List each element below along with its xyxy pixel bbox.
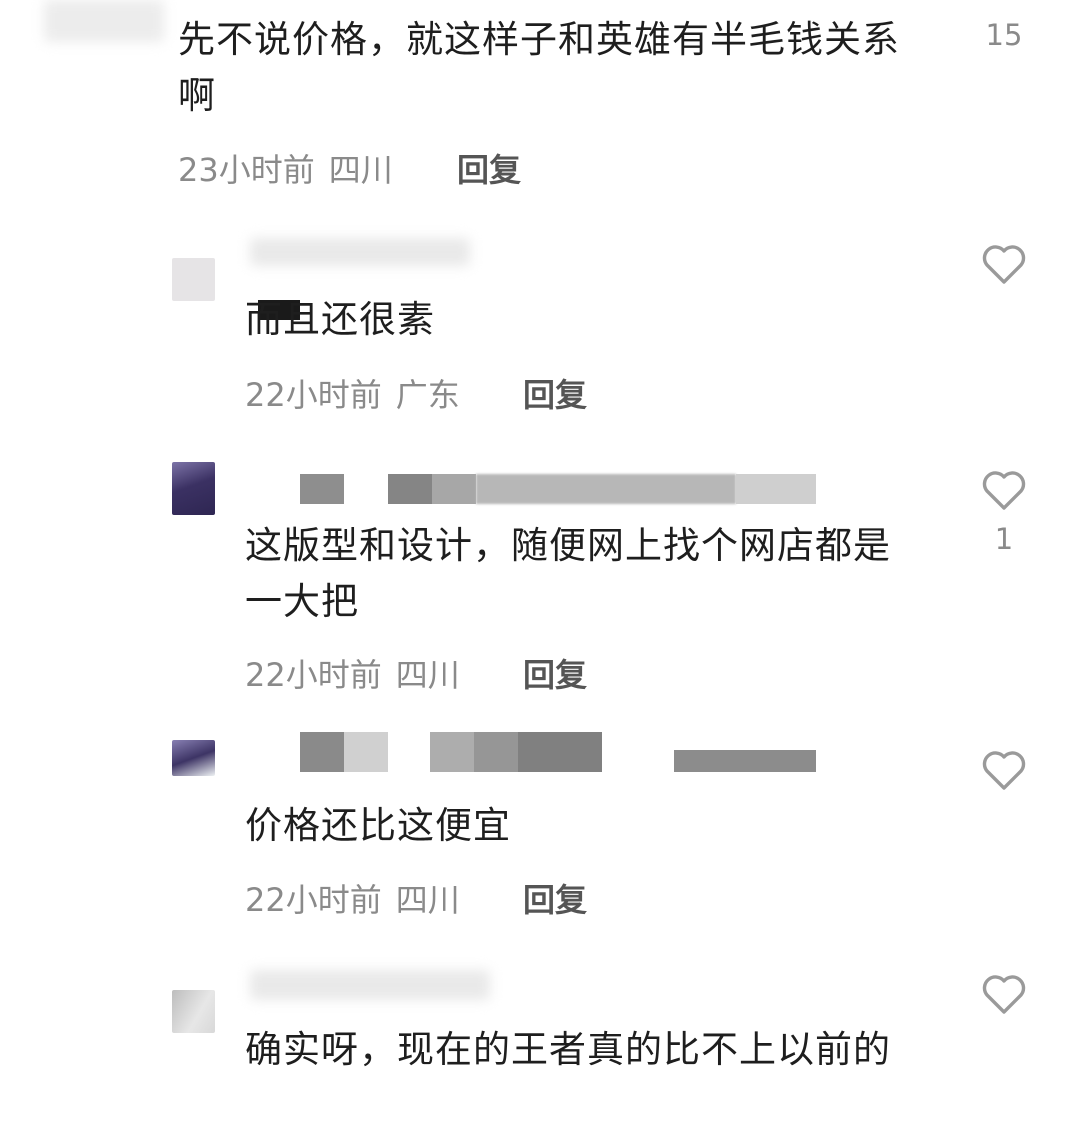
username-redacted: [476, 474, 736, 504]
username-redacted: [736, 474, 816, 504]
reply-button[interactable]: 回复: [523, 655, 587, 695]
username-redacted: [300, 474, 344, 504]
like-count: 1: [994, 522, 1014, 556]
comment-text: 这版型和设计，随便网上找个网店都是一大把: [245, 524, 891, 623]
avatar[interactable]: [172, 990, 215, 1033]
comment-meta: 22小时前 四川: [245, 880, 460, 920]
username-redacted: [388, 474, 432, 504]
comment-meta: 22小时前 四川: [245, 655, 460, 695]
heart-outline-icon[interactable]: [980, 972, 1028, 1016]
username-redacted: [344, 732, 388, 772]
comment-text: 确实呀，现在的王者真的比不上以前的: [245, 1028, 891, 1071]
comment-text: 价格还比这便宜: [245, 804, 511, 847]
comment-time: 22小时前: [245, 881, 382, 919]
heart-outline-icon[interactable]: [980, 748, 1028, 792]
comment-location: 四川: [395, 881, 460, 919]
avatar-blurred[interactable]: [44, 0, 164, 42]
like-count: 15: [985, 18, 1023, 52]
username-redacted: [432, 474, 476, 504]
comment-meta: 23小时前 四川: [178, 150, 393, 190]
username-blurred: [250, 238, 470, 266]
reply-button[interactable]: 回复: [457, 150, 521, 190]
avatar[interactable]: [172, 740, 215, 776]
comment-text: 先不说价格，就这样子和英雄有半毛钱关系啊: [178, 18, 900, 117]
avatar[interactable]: [172, 258, 215, 301]
comment-location: 四川: [395, 656, 460, 694]
heart-outline-icon[interactable]: [980, 242, 1028, 286]
reply-button[interactable]: 回复: [523, 880, 587, 920]
comment-time: 22小时前: [245, 376, 382, 414]
username-redacted: [430, 732, 474, 772]
username-redacted: [674, 750, 816, 772]
comment-time: 23小时前: [178, 151, 315, 189]
heart-outline-icon[interactable]: [980, 468, 1028, 512]
username-blurred: [250, 970, 490, 1000]
avatar[interactable]: [172, 462, 215, 515]
comment-location: 四川: [328, 151, 393, 189]
comment-time: 22小时前: [245, 656, 382, 694]
comment-location: 广东: [395, 376, 460, 414]
username-redacted: [518, 732, 602, 772]
username-redacted: [300, 732, 344, 772]
comment-text: 而且还很素: [245, 298, 435, 341]
reply-button[interactable]: 回复: [523, 375, 587, 415]
comment-meta: 22小时前 广东: [245, 375, 460, 415]
username-redacted: [474, 732, 518, 772]
